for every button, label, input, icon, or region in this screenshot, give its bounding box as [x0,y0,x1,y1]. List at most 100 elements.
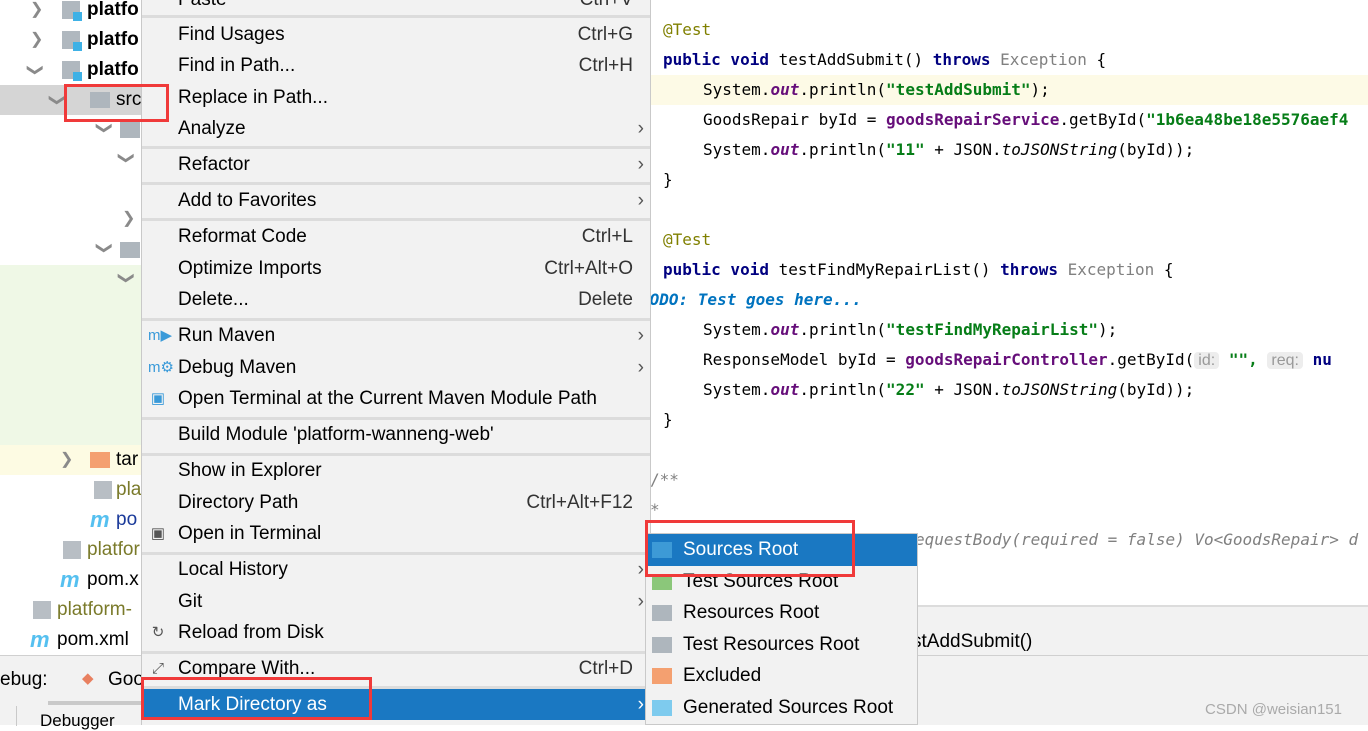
chevron-right-icon: › [637,694,644,715]
submenu-item-label: Excluded [683,665,762,686]
folder-icon [120,242,140,258]
code-line: } [663,410,673,429]
module-icon [62,1,82,21]
menu-item-find-usages[interactable]: Find Usages Ctrl+G [142,19,650,50]
reload-icon: ↻ [151,624,165,641]
menu-item-reformat-code[interactable]: Reformat Code Ctrl+L [142,221,650,252]
menu-item-build-module-platform-wanneng-web[interactable]: Build Module 'platform-wanneng-web' [142,419,650,450]
code-line: GoodsRepair byId = goodsRepairService.ge… [703,110,1349,129]
tree-item-file[interactable]: m pom.xml [0,625,141,655]
chevron-down-icon[interactable]: ❯ [95,241,115,254]
menu-item-paste[interactable]: Paste Ctrl+V [142,0,650,15]
tree-item-file[interactable]: platfor [0,535,141,565]
tree-item-module[interactable]: ❯ platfo [0,25,141,55]
code-line: System.out.println("testAddSubmit"); [703,80,1050,99]
menu-item-open-terminal-at-the-current-maven-module-path[interactable]: ▣ Open Terminal at the Current Maven Modu… [142,383,650,414]
menu-item-label: Add to Favorites [178,190,317,211]
menu-item-run-maven[interactable]: m▶ Run Maven › [142,320,650,351]
menu-item-label: Find in Path... [178,55,296,76]
menu-item-label: Paste [178,0,227,10]
tree-item-file[interactable]: platform- [0,595,141,625]
menu-item-directory-path[interactable]: Directory Path Ctrl+Alt+F12 [142,487,650,518]
menu-item-label: Delete... [178,289,249,310]
menu-item-local-history[interactable]: Local History › [142,554,650,585]
tree-item-module[interactable]: ❯ platfo [0,0,141,25]
menu-item-analyze[interactable]: Analyze › [142,113,650,144]
menu-item-replace-in-path[interactable]: Replace in Path... [142,82,650,113]
doc-comment: /** [650,470,679,489]
submenu-item-resources-root[interactable]: Resources Root [646,597,917,629]
menu-item-show-in-explorer[interactable]: Show in Explorer [142,455,650,486]
debug-label: ebug: [0,669,48,690]
menu-item-debug-maven[interactable]: m⚙ Debug Maven › [142,352,650,383]
maven-terminal-icon: ▣ [150,390,166,407]
divider [16,706,17,726]
tree-item-target[interactable]: ❯ tar [0,445,141,475]
maven-icon: m [60,567,80,592]
submenu-item-test-resources-root[interactable]: Test Resources Root [646,629,917,661]
menu-item-label: Optimize Imports [178,258,322,279]
menu-item-label: Run Maven [178,325,276,346]
menu-separator [142,15,650,18]
chevron-down-icon[interactable]: ❯ [117,151,137,164]
code-line: @Test [663,20,712,39]
parameter-hint: req: [1267,352,1303,369]
menu-item-open-in-terminal[interactable]: ▣ Open in Terminal [142,518,650,549]
menu-item-delete[interactable]: Delete... Delete [142,284,650,315]
code-line: @Test [663,230,712,249]
shortcut-label: Ctrl+D [578,658,633,679]
tree-item-file[interactable]: m pom.x [0,565,141,595]
submenu-item-generated-sources-root[interactable]: Generated Sources Root [646,692,917,724]
tree-item-file[interactable]: m po [0,505,141,535]
chevron-right-icon: › [637,559,644,580]
highlight-box [141,677,372,720]
menu-item-reload-from-disk[interactable]: ↻ Reload from Disk [142,617,650,648]
code-line: public void testFindMyRepairList() throw… [663,260,1174,279]
highlight-box [64,84,169,122]
iml-file-icon [63,541,81,559]
chevron-right-icon: › [637,591,644,612]
tab-underline [48,701,143,705]
debug-session-tab[interactable]: Goo [108,669,144,691]
folder-icon [652,668,672,684]
menu-item-git[interactable]: Git › [142,586,650,617]
tree-item-file[interactable]: pla [0,475,141,505]
shortcut-label: Ctrl+G [577,24,633,45]
menu-item-label: Compare With... [178,658,316,679]
menu-item-label: Show in Explorer [178,460,322,481]
maven-run-icon: m▶ [148,327,173,344]
shortcut-label: Ctrl+Alt+O [544,258,633,279]
chevron-right-icon[interactable]: ❯ [122,208,135,228]
submenu-item-label: Test Resources Root [683,633,860,655]
menu-item-label: Debug Maven [178,357,297,378]
submenu-item-excluded[interactable]: Excluded [646,660,917,692]
menu-item-refactor[interactable]: Refactor › [142,149,650,180]
menu-item-label: Find Usages [178,24,285,45]
code-line: System.out.println("testFindMyRepairList… [703,320,1118,339]
excluded-folder-icon [90,452,110,468]
chevron-right-icon: › [637,118,644,139]
breadcrumb[interactable]: stAddSubmit() [912,631,1032,653]
module-icon [62,31,82,51]
menu-item-optimize-imports[interactable]: Optimize Imports Ctrl+Alt+O [142,253,650,284]
submenu-item-label: Resources Root [683,602,820,623]
tree-item-module[interactable]: ❯ platfo [0,55,141,85]
chevron-down-icon[interactable]: ❯ [95,121,115,134]
menu-item-add-to-favorites[interactable]: Add to Favorites › [142,185,650,216]
terminal-icon: ▣ [150,525,166,542]
menu-item-find-in-path[interactable]: Find in Path... Ctrl+H [142,50,650,81]
chevron-down-icon[interactable]: ❯ [117,271,137,284]
highlight-box [645,520,855,577]
shortcut-label: Delete [578,289,633,310]
code-line: public void testAddSubmit() throws Excep… [663,50,1107,69]
test-folder-bg [0,265,141,445]
context-menu: Paste Ctrl+V Find Usages Ctrl+G Find in Path… [141,0,651,725]
menu-item-label: Local History [178,559,288,580]
chevron-right-icon: › [637,190,644,211]
shortcut-label: Ctrl+Alt+F12 [526,492,633,513]
shortcut-label: Ctrl+V [580,0,633,15]
tab-debugger[interactable]: Debugger [40,711,115,731]
menu-item-label: Open in Terminal [178,523,322,544]
folder-icon [120,122,140,138]
menu-item-label: Build Module 'platform-wanneng-web' [178,424,494,445]
